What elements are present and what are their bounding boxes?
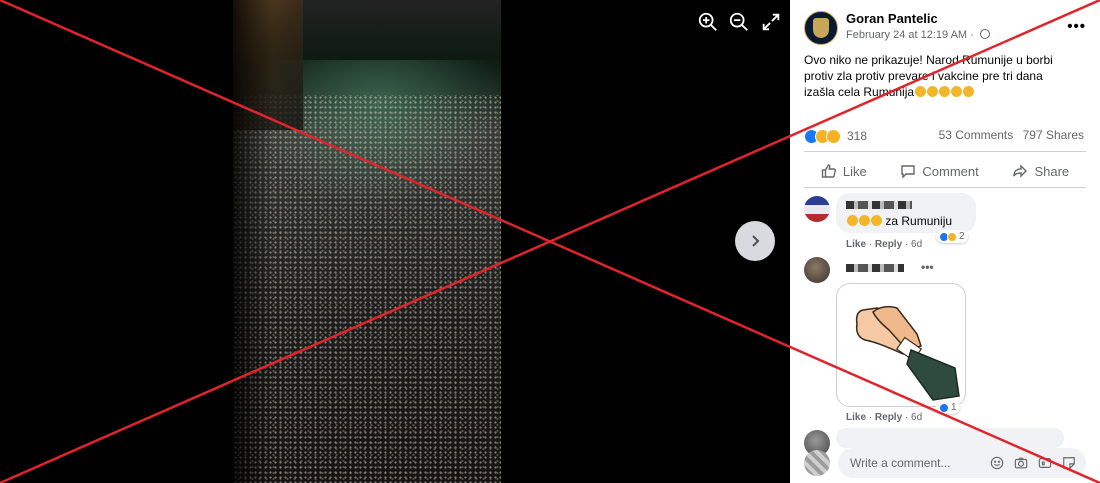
clap-emoji [847, 215, 858, 226]
gif-icon[interactable] [1038, 456, 1052, 470]
clap-emoji [859, 215, 870, 226]
post-time-text[interactable]: February 24 at 12:19 AM · [846, 29, 977, 41]
post-text-line: izašla cela Rumunija [804, 85, 915, 99]
clapping-hands-sticker [836, 283, 966, 407]
comment-reply-link[interactable]: Reply [875, 239, 902, 250]
thumbs-up-icon [821, 164, 836, 178]
photo-shade [233, 0, 273, 483]
comment-reaction-count: 1 [951, 402, 957, 413]
share-button[interactable]: Share [1012, 163, 1069, 179]
commenter-avatar[interactable] [804, 196, 830, 222]
post-panel: Goran Pantelic February 24 at 12:19 AM ·… [790, 0, 1100, 483]
comment-reactions[interactable]: 2 [936, 230, 968, 243]
commenter-avatar[interactable] [804, 257, 830, 283]
clap-emoji [927, 86, 939, 97]
clap-emoji [915, 86, 927, 97]
blurred-commenter-name[interactable] [846, 264, 904, 272]
post-text: Ovo niko ne prikazuje! Narod Rumunije u … [804, 52, 1089, 100]
share-icon [1013, 164, 1028, 178]
photo-viewer [0, 0, 790, 483]
sticker-icon[interactable] [1062, 456, 1076, 470]
post-timestamp[interactable]: February 24 at 12:19 AM · [846, 29, 990, 41]
comment-reactions[interactable]: 1 [936, 401, 960, 414]
comment-label: Comment [922, 163, 979, 179]
haha-reaction-icon [947, 231, 957, 242]
engagement-counts: 53 Comments 797 Shares [933, 128, 1084, 142]
reaction-count[interactable]: 318 [847, 129, 867, 143]
clap-emoji [939, 86, 951, 97]
comment-button[interactable]: Comment [900, 163, 979, 179]
like-button[interactable]: Like [821, 163, 867, 179]
globe-icon [979, 29, 990, 39]
divider [804, 187, 1086, 188]
comment-text-content: za Rumuniju [885, 214, 953, 228]
blurred-commenter-name[interactable] [846, 201, 912, 209]
comment-age[interactable]: 6d [911, 239, 922, 250]
post-text-line: protiv zla protiv prevare i vakcine pre … [804, 69, 1043, 83]
next-photo-button[interactable] [735, 221, 775, 261]
camera-icon[interactable] [1014, 456, 1028, 470]
zoom-in-icon[interactable] [697, 11, 719, 33]
comment-like-link[interactable]: Like [846, 239, 866, 250]
clap-emoji [871, 215, 882, 226]
emoji-icon[interactable] [990, 456, 1004, 470]
clap-emoji [963, 86, 975, 97]
post-text-line: Ovo niko ne prikazuje! Narod Rumunije u … [804, 53, 1053, 67]
share-label: Share [1034, 163, 1070, 179]
post-text-line-3: izašla cela Rumunija [804, 84, 1089, 100]
comment-age[interactable]: 6d [911, 412, 922, 423]
comment-meta: Like · Reply · 6d [846, 412, 923, 423]
crowd-photo [233, 0, 501, 483]
zoom-out-icon[interactable] [728, 11, 750, 33]
viewer-avatar[interactable] [804, 450, 830, 476]
more-options-button[interactable]: ••• [1067, 18, 1086, 35]
chevron-right-icon [752, 235, 760, 247]
like-label: Like [842, 163, 867, 179]
author-name[interactable]: Goran Pantelic [846, 11, 938, 26]
comment-reaction-count: 2 [959, 231, 965, 242]
reaction-summary[interactable]: 318 [804, 128, 867, 144]
photo-crowd-texture [233, 95, 501, 483]
comment-icon [901, 165, 916, 179]
author-avatar[interactable] [804, 11, 838, 45]
comment-text: za Rumuniju [846, 214, 952, 228]
comment-reply-link[interactable]: Reply [875, 412, 902, 423]
comment-meta: Like · Reply · 6d [846, 239, 923, 250]
expand-icon[interactable] [760, 11, 782, 33]
muscle-emoji [951, 86, 963, 97]
comment-bubble [836, 428, 1064, 448]
shares-count[interactable]: 797 Shares [1023, 128, 1084, 142]
like-reaction-icon [939, 402, 949, 413]
comment-composer [804, 446, 1086, 478]
divider [804, 151, 1086, 152]
post-actions: Like Comment Share [804, 158, 1086, 184]
wow-reaction-icon [826, 128, 841, 144]
comment-like-link[interactable]: Like [846, 412, 866, 423]
comment-options-button[interactable]: ••• [921, 260, 934, 274]
comments-count[interactable]: 53 Comments [939, 128, 1014, 142]
